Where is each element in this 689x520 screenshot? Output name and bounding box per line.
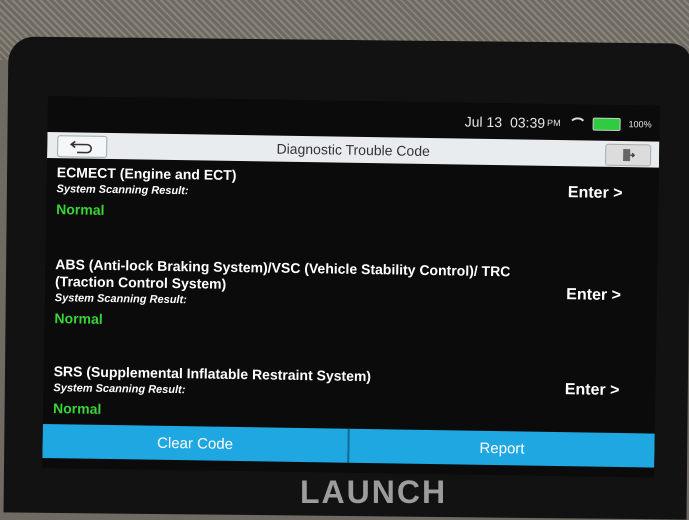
scan-result-value: Normal (52, 400, 102, 417)
scan-result-label: System Scanning Result: (54, 292, 187, 307)
system-item-abs: ABS (Anti-lock Braking System)/VSC (Vehi… (44, 250, 658, 367)
status-ampm: PM (547, 117, 561, 129)
enter-button-abs[interactable]: Enter > (566, 286, 621, 305)
scan-result-label: System Scanning Result: (53, 382, 186, 397)
scan-result-value: Normal (54, 310, 103, 327)
device-screen: Jul 13 03:39 PM 100% Diagnostic Trouble … (42, 96, 660, 478)
back-arrow-icon (69, 140, 92, 154)
battery-icon (592, 117, 621, 131)
status-date: Jul 13 (464, 113, 503, 131)
status-time: 03:39 (509, 114, 546, 131)
scan-result-label: System Scanning Result: (56, 183, 189, 198)
enter-button-srs[interactable]: Enter > (565, 381, 620, 400)
page-title: Diagnostic Trouble Code (276, 140, 430, 160)
wifi-icon (569, 117, 585, 129)
report-button[interactable]: Report (347, 428, 655, 468)
scan-result-value: Normal (56, 201, 105, 218)
status-bar: Jul 13 03:39 PM 100% (48, 104, 660, 136)
exit-icon (623, 149, 636, 162)
brand-logo: LAUNCH (300, 474, 448, 510)
system-item-ecmect: ECMECT (Engine and ECT) System Scanning … (46, 158, 659, 260)
battery-percent: 100% (628, 119, 652, 130)
exit-button[interactable] (604, 143, 652, 167)
system-name: ABS (Anti-lock Braking System)/VSC (Vehi… (54, 256, 511, 292)
system-list: ECMECT (Engine and ECT) System Scanning … (43, 158, 659, 445)
back-button[interactable] (57, 135, 108, 158)
clear-code-button[interactable]: Clear Code (42, 423, 348, 463)
enter-button-ecmect[interactable]: Enter > (568, 184, 623, 203)
